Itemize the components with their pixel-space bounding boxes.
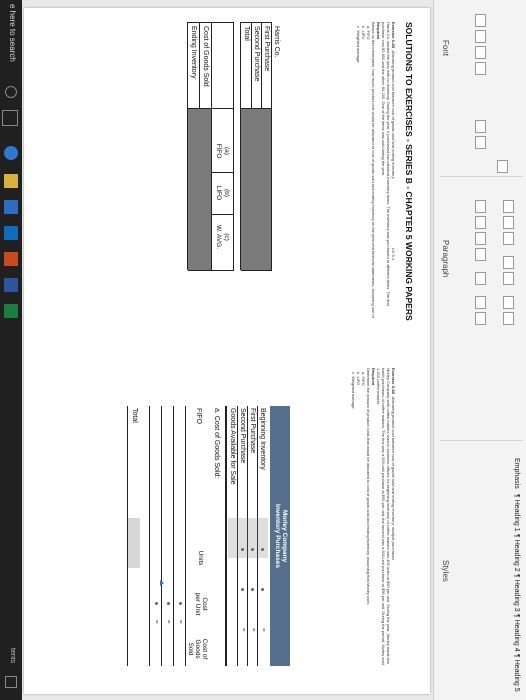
method-fifo: FIFO	[195, 408, 202, 424]
font-dialog-icon[interactable]	[497, 160, 508, 173]
strikethrough-icon[interactable]	[475, 62, 486, 75]
exercise-body: Harris Co. started the year with no inve…	[381, 22, 391, 306]
exercise-body: Morley Company sells coffee makers used …	[376, 368, 391, 665]
justify-icon[interactable]	[475, 248, 486, 261]
bullets-icon[interactable]	[503, 200, 514, 213]
option-b: b. LIFO	[356, 372, 361, 386]
row-total: Total	[131, 408, 138, 423]
total-units-input[interactable]	[128, 518, 140, 568]
col-w-avg: W. AVG.	[215, 224, 222, 250]
harris-results-area[interactable]	[188, 109, 211, 270]
align-left-icon[interactable]	[475, 200, 486, 213]
paragraph-group-label: Paragraph	[441, 240, 450, 278]
word-window: Emphasis ¶ Heading 1 ¶ Heading 2 ¶ Headi…	[0, 0, 526, 700]
style-heading-4[interactable]: ¶ Heading 4	[508, 614, 520, 652]
col-a-letter: (a)	[223, 147, 230, 155]
tray-label: tents	[9, 648, 16, 664]
sort-icon[interactable]	[503, 296, 514, 309]
exercise-title: Allocating product cost between cost of …	[391, 50, 396, 179]
col-fifo: FIFO	[215, 143, 222, 159]
align-right-icon[interactable]	[475, 232, 486, 245]
decrease-indent-icon[interactable]	[503, 256, 514, 269]
multilevel-list-icon[interactable]	[503, 232, 514, 245]
option-c: c. Weighted average	[351, 372, 356, 409]
exercise-5-3b: Exercise 5-3B Allocating product cost be…	[351, 368, 396, 668]
bold-icon[interactable]	[475, 14, 486, 27]
underline-icon[interactable]	[475, 46, 486, 59]
option-c: c. Weighted average	[356, 26, 361, 63]
excel-icon[interactable]	[4, 304, 18, 318]
italic-icon[interactable]	[475, 30, 486, 43]
styles-group-label: Styles	[441, 560, 450, 582]
harris-input-area[interactable]	[241, 109, 271, 270]
morley-subtitle: Inventory Purchases	[274, 504, 281, 568]
exercise-number: Exercise 5-3B	[391, 368, 396, 395]
line-spacing-icon[interactable]	[475, 272, 486, 285]
style-emphasis[interactable]: Emphasis	[508, 458, 520, 489]
increase-indent-icon[interactable]	[503, 272, 514, 285]
ribbon: Emphasis ¶ Heading 1 ¶ Heading 2 ¶ Headi…	[433, 0, 526, 700]
page-title: SOLUTIONS TO EXERCISES - SERIES B - CHAP…	[404, 22, 414, 321]
col-cost-per-unit: Cost per Unit	[194, 592, 208, 616]
row-first-purchase: First Purchase	[249, 408, 256, 454]
show-marks-icon[interactable]	[503, 312, 514, 325]
mail-icon[interactable]	[4, 226, 18, 240]
row-goods-available: Goods Available for Sale	[229, 408, 236, 485]
document-page[interactable]: SOLUTIONS TO EXERCISES - SERIES B - CHAP…	[24, 8, 430, 694]
exercise-5-2b: Exercise 5-2B Allocating product cost be…	[356, 22, 396, 322]
style-heading-3[interactable]: ¶ Heading 3	[508, 574, 520, 612]
file-explorer-icon[interactable]	[4, 174, 18, 188]
word-icon[interactable]	[4, 278, 18, 292]
col-lifo: LIFO	[215, 185, 222, 201]
required-text: Based on this information, how much prod…	[371, 22, 376, 318]
row-beginning-inventory: Beginning Inventory	[259, 408, 266, 470]
taskbar-search[interactable]: e here to search	[8, 4, 17, 62]
office-icon[interactable]	[4, 252, 18, 266]
style-heading-2[interactable]: ¶ Heading 2	[508, 534, 520, 572]
highlight-icon[interactable]	[475, 136, 486, 149]
required-label: Required	[371, 368, 376, 386]
store-icon[interactable]	[4, 200, 18, 214]
align-center-icon[interactable]	[475, 216, 486, 229]
comment-marker-icon	[160, 580, 164, 586]
numbering-icon[interactable]	[503, 216, 514, 229]
font-color-icon[interactable]	[475, 120, 486, 133]
task-view-icon[interactable]	[2, 110, 18, 126]
style-heading-5[interactable]: ¶ Heading 5	[508, 654, 520, 692]
row-cogs: Cost of Goods Sold	[202, 26, 209, 87]
row-second-purchase: Second Purchase	[253, 26, 260, 82]
row-first-purchase: First Purchase	[263, 26, 270, 72]
exercise-number: Exercise 5-2B	[391, 22, 396, 49]
borders-icon[interactable]	[475, 312, 486, 325]
shading-icon[interactable]	[475, 296, 486, 309]
row-ending-inventory: Ending Inventory	[190, 26, 197, 79]
morley-company-label: Morley Company	[281, 509, 288, 563]
lo-tag: LO 5-1	[391, 248, 396, 261]
exercise-title: Allocating product cost between cost of …	[391, 396, 396, 561]
col-c-letter: (c)	[223, 233, 230, 241]
col-b-letter: (b)	[223, 189, 230, 197]
morley-header: Morley Company Inventory Purchases	[270, 406, 290, 666]
edge-icon[interactable]	[4, 146, 18, 160]
cortana-icon[interactable]	[5, 86, 17, 98]
cogs-section-label: a. Cost of Goods Sold:	[213, 408, 220, 479]
units-input[interactable]	[228, 518, 268, 558]
col-cost-of-goods-sold: Cost of Goods Sold	[187, 638, 208, 660]
taskbar: e here to search tents	[0, 0, 22, 700]
row-total: Total	[243, 26, 250, 41]
style-heading-1[interactable]: ¶ Heading 1	[508, 494, 520, 532]
notification-icon[interactable]	[5, 676, 17, 688]
harris-company-label: Harris Co.	[273, 26, 280, 58]
font-group-label: Font	[441, 40, 450, 57]
row-second-purchase: Second Purchase	[239, 408, 246, 464]
col-units: Units	[197, 550, 204, 566]
required-text: Determine the amount of product costs th…	[366, 368, 371, 605]
option-b: b. LIFO	[361, 26, 366, 40]
